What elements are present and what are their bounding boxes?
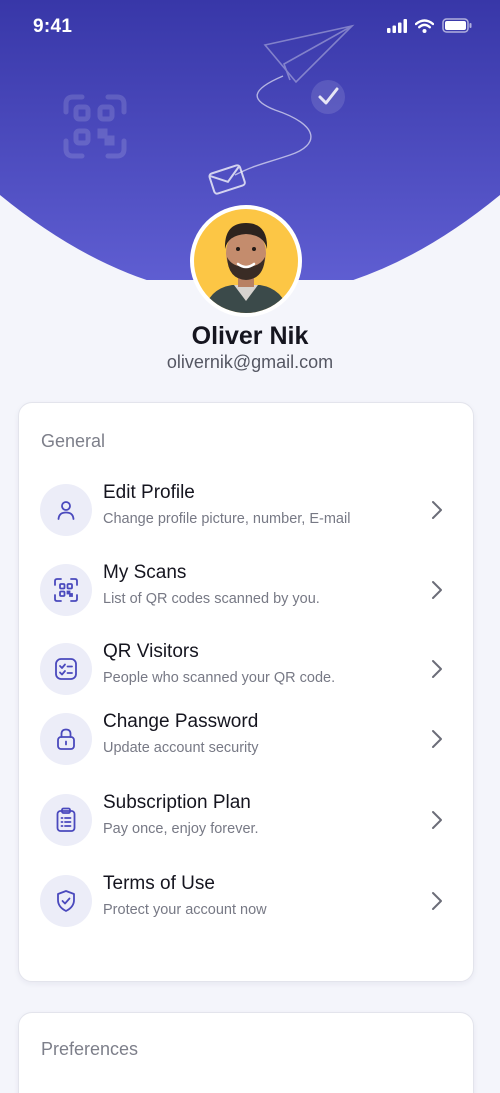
battery-icon <box>442 18 472 33</box>
chevron-right-icon <box>432 581 442 599</box>
general-section-title: General <box>41 431 106 451</box>
profile-name: Oliver Nik <box>191 322 309 350</box>
status-bar: 9:41 <box>0 0 500 56</box>
wifi-icon <box>415 18 434 33</box>
menu-item-subtitle: List of QR codes scanned by you. <box>103 591 320 607</box>
status-time: 9:41 <box>33 16 73 37</box>
menu-item-edit-profile[interactable]: Edit Profile Change profile picture, num… <box>19 479 473 541</box>
menu-item-title: Edit Profile <box>103 482 195 503</box>
menu-item-subtitle: Pay once, enjoy forever. <box>103 821 259 837</box>
cellular-signal-icon <box>387 18 407 33</box>
preferences-section-title: Preferences <box>41 1039 139 1059</box>
menu-item-title: QR Visitors <box>103 641 199 662</box>
check-circle-icon <box>311 80 345 114</box>
checklist-icon <box>40 643 92 695</box>
user-icon <box>40 484 92 536</box>
shield-check-icon <box>40 875 92 927</box>
preferences-card: Preferences <box>18 1012 474 1093</box>
qr-scan-icon <box>40 564 92 616</box>
profile-email: olivernik@gmail.com <box>166 352 334 372</box>
chevron-right-icon <box>432 730 442 748</box>
menu-item-title: Subscription Plan <box>103 792 251 813</box>
chevron-right-icon <box>432 660 442 678</box>
chevron-right-icon <box>432 811 442 829</box>
menu-item-subtitle: Update account security <box>103 740 259 756</box>
chevron-right-icon <box>432 501 442 519</box>
menu-item-title: Terms of Use <box>103 873 215 894</box>
lock-icon <box>40 713 92 765</box>
menu-item-title: Change Password <box>103 711 259 732</box>
menu-item-my-scans[interactable]: My Scans List of QR codes scanned by you… <box>19 559 473 621</box>
menu-item-subscription-plan[interactable]: Subscription Plan Pay once, enjoy foreve… <box>19 789 473 851</box>
menu-item-subtitle: Protect your account now <box>103 902 267 918</box>
menu-item-qr-visitors[interactable]: QR Visitors People who scanned your QR c… <box>19 638 473 700</box>
avatar[interactable] <box>190 205 302 317</box>
general-settings-card: General Edit Profile Change profile pict… <box>18 402 474 982</box>
menu-item-subtitle: People who scanned your QR code. <box>103 670 336 686</box>
menu-item-terms-of-use[interactable]: Terms of Use Protect your account now <box>19 870 473 932</box>
menu-item-title: My Scans <box>103 562 187 583</box>
menu-item-change-password[interactable]: Change Password Update account security <box>19 708 473 770</box>
clipboard-icon <box>40 794 92 846</box>
chevron-right-icon <box>432 892 442 910</box>
menu-item-subtitle: Change profile picture, number, E-mail <box>103 511 351 527</box>
avatar-photo <box>194 209 298 313</box>
